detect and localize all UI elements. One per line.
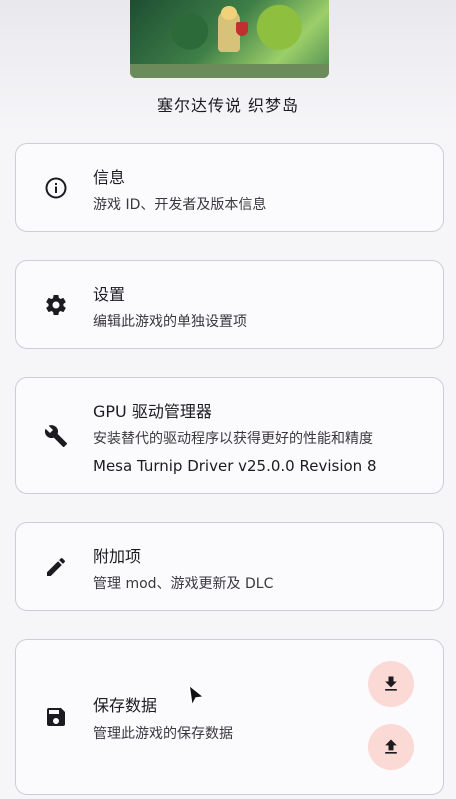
gear-icon <box>46 295 66 316</box>
addons-card[interactable]: 附加项 管理 mod、游戏更新及 DLC <box>15 522 444 611</box>
game-title: 塞尔达传说 织梦岛 <box>156 96 300 115</box>
pencil-icon <box>47 557 66 576</box>
settings-card[interactable]: 设置 编辑此游戏的单独设置项 <box>15 260 444 349</box>
upload-icon <box>385 739 397 754</box>
pointer-cursor-icon <box>188 684 205 707</box>
info-title: 信息 <box>93 168 126 187</box>
cover-ground <box>130 64 329 78</box>
cover-shield <box>236 22 248 36</box>
save-data-card[interactable]: 保存数据 管理此游戏的保存数据 <box>15 639 444 795</box>
addons-title: 附加项 <box>93 547 142 566</box>
save-data-title: 保存数据 <box>93 696 158 715</box>
gpu-driver-subtitle: 安装替代的驱动程序以获得更好的性能和精度 <box>93 431 373 447</box>
download-icon <box>385 676 397 691</box>
gpu-driver-title: GPU 驱动管理器 <box>93 402 212 421</box>
import-save-button[interactable] <box>368 724 414 770</box>
export-save-button[interactable] <box>368 661 414 707</box>
game-cover-image <box>130 0 329 78</box>
gpu-driver-version: Mesa Turnip Driver v25.0.0 Revision 8 <box>93 457 377 475</box>
addons-subtitle: 管理 mod、游戏更新及 DLC <box>93 576 274 592</box>
info-icon <box>45 177 67 199</box>
save-data-subtitle: 管理此游戏的保存数据 <box>93 726 233 742</box>
settings-title: 设置 <box>93 285 126 304</box>
wrench-icon <box>44 425 67 447</box>
gpu-driver-card[interactable]: GPU 驱动管理器 安装替代的驱动程序以获得更好的性能和精度 Mesa Turn… <box>15 377 444 494</box>
info-card[interactable]: 信息 游戏 ID、开发者及版本信息 <box>15 143 444 232</box>
save-icon <box>47 708 65 726</box>
info-subtitle: 游戏 ID、开发者及版本信息 <box>93 197 267 213</box>
settings-subtitle: 编辑此游戏的单独设置项 <box>93 314 247 330</box>
